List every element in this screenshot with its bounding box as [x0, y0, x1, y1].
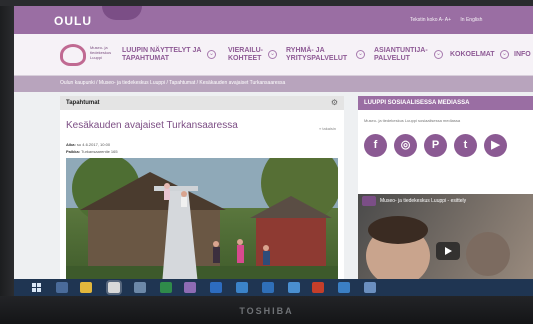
play-button[interactable] [436, 242, 460, 260]
screen: OULU Tekstin koko A- A+ In English Museo… [14, 6, 533, 285]
section-title: Tapahtumat [66, 100, 100, 106]
back-link[interactable]: « takaisin [319, 126, 336, 131]
nav-item-asiantuntijapalvelut[interactable]: ASIANTUNTIJA- PALVELUT [374, 47, 428, 63]
nav-item-info[interactable]: INFO [514, 51, 531, 59]
youtube-icon[interactable]: ▶ [484, 134, 507, 157]
chevron-down-icon[interactable]: ⌄ [207, 50, 216, 59]
edge-browser-icon[interactable] [56, 282, 68, 293]
nav-item-ryhmapalvelut[interactable]: RYHMÄ- JA YRITYSPALVELUT [286, 47, 347, 63]
twitter-icon[interactable]: t [454, 134, 477, 157]
excel-icon[interactable] [160, 282, 172, 293]
file-explorer-icon[interactable] [80, 282, 92, 293]
event-place: Paikka: Turkansaarentie 165 [66, 149, 118, 154]
sidebar-intro: Museo- ja tiedekeskus Luuppi sosiaalises… [364, 118, 461, 123]
event-photo [66, 158, 338, 285]
onenote-icon[interactable] [184, 282, 196, 293]
outlook-icon[interactable] [262, 282, 274, 293]
app-icon-2[interactable] [364, 282, 376, 293]
chevron-down-icon[interactable]: ⌄ [500, 50, 509, 59]
facebook-icon[interactable]: f [364, 134, 387, 157]
monitor-brand: TOSHIBA [239, 306, 294, 316]
pinterest-icon[interactable]: P [424, 134, 447, 157]
main-navigation: Museo- ja tiedekeskus Luuppi LUUPIN NÄYT… [14, 34, 533, 76]
event-photo-illustration [66, 158, 338, 285]
in-english-link[interactable]: In English [460, 17, 482, 23]
mail-icon[interactable] [134, 282, 146, 293]
section-header: Tapahtumat ⚙ [60, 96, 344, 110]
video-thumbnail [366, 216, 510, 285]
sidebar-title: LUUPPI SOSIAALISESSA MEDIASSA [364, 100, 470, 106]
chrome-icon[interactable] [108, 282, 120, 293]
article-title: Kesäkauden avajaiset Turkansaaressa [66, 120, 238, 131]
chevron-down-icon[interactable]: ⌄ [434, 50, 443, 59]
chevron-down-icon[interactable]: ⌄ [268, 50, 277, 59]
monitor-bezel-left [0, 6, 14, 296]
chevron-down-icon[interactable]: ⌄ [356, 50, 365, 59]
nav-item-vierailukohteet[interactable]: VIERAILU- KOHTEET [228, 47, 263, 63]
text-size-link[interactable]: Tekstin koko A- A+ [410, 17, 451, 23]
oulu-logo-mark [102, 6, 142, 20]
skype-icon[interactable] [288, 282, 300, 293]
internet-explorer-icon[interactable] [338, 282, 350, 293]
site-top-bar: OULU Tekstin koko A- A+ In English [14, 6, 533, 34]
gear-icon[interactable]: ⚙ [331, 98, 338, 107]
powerpoint-icon[interactable] [312, 282, 324, 293]
nav-item-kokoelmat[interactable]: KOKOELMAT [450, 51, 495, 59]
nav-item-nayttelyt[interactable]: LUUPIN NÄYTTELYT JA TAPAHTUMAT [122, 47, 201, 63]
windows-start-button[interactable] [32, 283, 41, 292]
top-links: Tekstin koko A- A+ In English [410, 17, 490, 23]
event-time: Aika: su 4.6.2017, 10:00 [66, 142, 111, 147]
social-sidebar: LUUPPI SOSIAALISESSA MEDIASSA Museo- ja … [358, 96, 533, 285]
sidebar-header: LUUPPI SOSIAALISESSA MEDIASSA [358, 96, 533, 110]
luuppi-logo[interactable] [60, 44, 86, 66]
oulu-logo[interactable]: OULU [54, 14, 92, 28]
main-content: Tapahtumat ⚙ Kesäkauden avajaiset Turkan… [60, 96, 344, 285]
windows-taskbar [14, 279, 533, 296]
app-icon[interactable] [236, 282, 248, 293]
breadcrumb: Oulun kaupunki / Museo- ja tiedekeskus L… [14, 76, 533, 92]
breadcrumb-text[interactable]: Oulun kaupunki / Museo- ja tiedekeskus L… [60, 80, 285, 86]
word-icon[interactable] [210, 282, 222, 293]
instagram-icon[interactable]: ◎ [394, 134, 417, 157]
video-embed[interactable]: Museo- ja tiedekeskus Luuppi - esittely [358, 194, 533, 285]
luuppi-logo-label: Museo- ja tiedekeskus Luuppi [90, 45, 112, 60]
